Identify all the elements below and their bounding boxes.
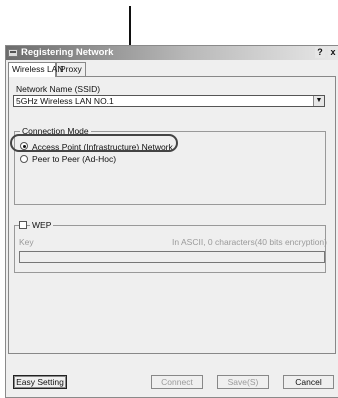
ssid-dropdown[interactable]: 5GHz Wireless LAN NO.1 ▼	[13, 95, 325, 107]
wireless-lan-panel	[8, 76, 336, 354]
key-label: Key	[19, 237, 34, 247]
ssid-label: Network Name (SSID)	[16, 84, 101, 94]
easy-setting-button[interactable]: Easy Setting	[13, 375, 67, 389]
adhoc-label[interactable]: Peer to Peer (Ad-Hoc)	[32, 154, 116, 164]
wep-group	[14, 225, 326, 273]
cancel-button[interactable]: Cancel	[283, 375, 334, 389]
callout-highlight	[10, 134, 178, 152]
chevron-down-icon[interactable]: ▼	[313, 96, 324, 106]
window-icon	[8, 49, 18, 57]
adhoc-radio[interactable]	[20, 155, 28, 163]
title-bar: Registering Network ? x	[6, 46, 338, 60]
wep-label[interactable]: WEP	[30, 220, 54, 230]
connect-button[interactable]: Connect	[151, 375, 203, 389]
ssid-value: 5GHz Wireless LAN NO.1	[16, 96, 114, 106]
window-title: Registering Network	[21, 47, 114, 58]
wep-checkbox[interactable]	[19, 221, 27, 229]
key-info: In ASCII, 0 characters(40 bits encryptio…	[172, 237, 327, 247]
help-button[interactable]: ?	[315, 47, 325, 58]
close-button[interactable]: x	[328, 47, 338, 58]
key-input[interactable]	[19, 251, 325, 263]
tab-wireless-lan[interactable]: Wireless LAN	[8, 62, 63, 77]
registering-network-dialog: Registering Network ? x Wireless LAN Pro…	[5, 45, 338, 398]
save-button[interactable]: Save(S)	[217, 375, 269, 389]
